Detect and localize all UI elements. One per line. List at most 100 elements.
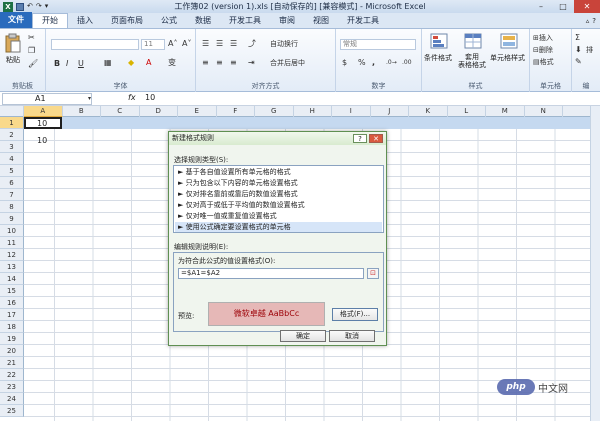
- minimize-ribbon-icon[interactable]: ▵: [586, 17, 590, 25]
- column-header[interactable]: G: [255, 106, 294, 117]
- row-header[interactable]: 16: [0, 297, 24, 309]
- row-header[interactable]: 3: [0, 141, 24, 153]
- dialog-help-button[interactable]: ?: [353, 134, 367, 143]
- help-icon[interactable]: ?: [592, 17, 596, 25]
- name-box[interactable]: A1: [2, 93, 92, 105]
- row-header[interactable]: 9: [0, 213, 24, 225]
- row-header[interactable]: 10: [0, 225, 24, 237]
- tab-file[interactable]: 文件: [0, 12, 32, 28]
- vertical-scrollbar[interactable]: [590, 106, 600, 421]
- close-button[interactable]: ✕: [574, 0, 600, 13]
- row-header[interactable]: 12: [0, 249, 24, 261]
- tab-insert[interactable]: 插入: [68, 14, 102, 28]
- select-all-corner[interactable]: [0, 106, 24, 117]
- redo-icon[interactable]: ↷: [36, 2, 42, 11]
- number-format-dropdown[interactable]: 常规: [340, 39, 416, 50]
- row-header[interactable]: 4: [0, 153, 24, 165]
- minimize-button[interactable]: –: [530, 0, 552, 13]
- ok-button[interactable]: 确定: [280, 330, 326, 342]
- column-header[interactable]: M: [486, 106, 525, 117]
- copy-icon[interactable]: ❐: [28, 46, 35, 56]
- underline-button[interactable]: U: [78, 59, 84, 69]
- align-right-icon[interactable]: ≡: [230, 58, 237, 68]
- rule-type-item-selected[interactable]: ► 使用公式确定要设置格式的单元格: [175, 222, 382, 232]
- tab-formulas[interactable]: 公式: [152, 14, 186, 28]
- tab-home[interactable]: 开始: [32, 13, 68, 28]
- row-header[interactable]: 21: [0, 357, 24, 369]
- rule-type-item[interactable]: ► 仅对唯一值或重复值设置格式: [175, 211, 382, 221]
- cut-icon[interactable]: ✂: [28, 33, 35, 43]
- format-painter-icon[interactable]: 🖌: [28, 59, 38, 69]
- italic-button[interactable]: I: [66, 59, 68, 69]
- row-header[interactable]: 22: [0, 369, 24, 381]
- sort-filter-button[interactable]: 排: [586, 45, 593, 55]
- conditional-format-icon[interactable]: [430, 33, 448, 49]
- clear-icon[interactable]: ✎: [575, 57, 582, 67]
- rule-type-item[interactable]: ► 只为包含以下内容的单元格设置格式: [175, 178, 382, 188]
- tab-developer-2[interactable]: 开发工具: [338, 14, 388, 28]
- orientation-icon[interactable]: ⤴: [248, 39, 256, 49]
- row-header[interactable]: 17: [0, 309, 24, 321]
- row-header[interactable]: 15: [0, 285, 24, 297]
- row-header[interactable]: 14: [0, 273, 24, 285]
- column-header[interactable]: L: [448, 106, 486, 117]
- undo-icon[interactable]: ↶: [27, 2, 33, 11]
- align-left-icon[interactable]: ≡: [202, 58, 209, 68]
- font-size-dropdown[interactable]: 11: [141, 39, 165, 50]
- cell-styles-icon[interactable]: [500, 33, 518, 49]
- font-name-dropdown[interactable]: [51, 39, 139, 50]
- currency-icon[interactable]: $: [342, 58, 347, 68]
- row-header[interactable]: 18: [0, 321, 24, 333]
- range-picker-icon[interactable]: ⊡: [367, 268, 379, 279]
- tab-view[interactable]: 视图: [304, 14, 338, 28]
- indent-icon[interactable]: ⇥: [248, 58, 255, 68]
- merge-center-button[interactable]: 合并后居中: [270, 58, 305, 68]
- row-header[interactable]: 24: [0, 393, 24, 405]
- column-header[interactable]: D: [140, 106, 178, 117]
- row-header[interactable]: 19: [0, 333, 24, 345]
- column-header[interactable]: B: [63, 106, 101, 117]
- rule-type-item[interactable]: ► 基于各自值设置所有单元格的格式: [175, 167, 382, 177]
- rule-type-item[interactable]: ► 仅对排名靠前或靠后的数值设置格式: [175, 189, 382, 199]
- column-header[interactable]: K: [409, 106, 448, 117]
- save-icon[interactable]: [16, 2, 24, 11]
- increase-font-icon[interactable]: A˄: [168, 39, 177, 49]
- phonetic-button[interactable]: 变: [168, 58, 176, 68]
- row-header[interactable]: 5: [0, 165, 24, 177]
- wrap-text-button[interactable]: 自动换行: [270, 39, 298, 49]
- column-header[interactable]: N: [525, 106, 563, 117]
- border-icon[interactable]: ▦: [104, 58, 112, 68]
- format-as-table-icon[interactable]: [464, 33, 482, 49]
- delete-button[interactable]: ⊟删除: [533, 45, 553, 55]
- format-button[interactable]: ▤格式: [533, 57, 554, 67]
- paste-icon[interactable]: [5, 33, 21, 53]
- autosum-button[interactable]: Σ: [575, 33, 580, 43]
- decrease-decimal-icon[interactable]: .00: [402, 58, 412, 68]
- row-header[interactable]: 2: [0, 129, 24, 141]
- tab-page-layout[interactable]: 页面布局: [102, 14, 152, 28]
- column-header[interactable]: E: [178, 106, 217, 117]
- decrease-font-icon[interactable]: A˅: [182, 39, 191, 49]
- column-header[interactable]: J: [371, 106, 409, 117]
- row-header[interactable]: 6: [0, 177, 24, 189]
- tab-review[interactable]: 审阅: [270, 14, 304, 28]
- row-header[interactable]: 7: [0, 189, 24, 201]
- row-header[interactable]: 11: [0, 237, 24, 249]
- column-header[interactable]: I: [332, 106, 371, 117]
- font-color-icon[interactable]: A: [146, 58, 151, 68]
- tab-developer[interactable]: 开发工具: [220, 14, 270, 28]
- increase-decimal-icon[interactable]: .0→: [386, 58, 397, 68]
- percent-button[interactable]: %: [358, 58, 366, 68]
- formula-input[interactable]: 10: [145, 93, 155, 102]
- tab-data[interactable]: 数据: [186, 14, 220, 28]
- format-button[interactable]: 格式(F)...: [332, 308, 378, 321]
- row-header[interactable]: 13: [0, 261, 24, 273]
- row-header[interactable]: 23: [0, 381, 24, 393]
- align-top-icon[interactable]: ☰: [202, 39, 209, 49]
- row-header[interactable]: 25: [0, 405, 24, 417]
- excel-logo-icon[interactable]: X: [3, 1, 13, 12]
- row-header[interactable]: 1: [0, 117, 24, 129]
- dialog-close-button[interactable]: ✕: [369, 134, 383, 143]
- row-header[interactable]: 20: [0, 345, 24, 357]
- insert-function-icon[interactable]: fx: [128, 93, 136, 102]
